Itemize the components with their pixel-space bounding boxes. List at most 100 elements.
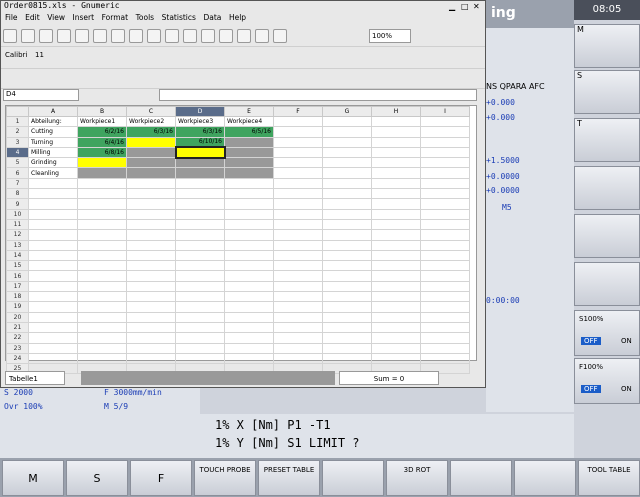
softkey-empty[interactable] xyxy=(514,460,576,496)
cell[interactable] xyxy=(175,188,225,200)
col-header[interactable]: G xyxy=(322,106,372,117)
cell[interactable]: Cleanling xyxy=(28,167,78,179)
cell[interactable] xyxy=(224,311,274,323)
cell[interactable] xyxy=(420,280,470,293)
cell[interactable] xyxy=(273,321,323,334)
row-header[interactable]: 2 xyxy=(6,126,29,138)
cell[interactable] xyxy=(126,260,176,272)
cell[interactable] xyxy=(28,352,78,365)
cell[interactable] xyxy=(371,280,421,293)
side-button-empty[interactable] xyxy=(574,262,640,306)
col-header[interactable]: E xyxy=(224,106,274,117)
cell[interactable] xyxy=(371,188,421,200)
cell[interactable] xyxy=(273,332,323,344)
cell[interactable] xyxy=(126,208,176,220)
cell[interactable] xyxy=(77,332,127,344)
cell[interactable] xyxy=(273,342,323,354)
cell[interactable] xyxy=(273,249,323,262)
side-button-empty[interactable] xyxy=(574,214,640,258)
cell[interactable] xyxy=(224,218,274,231)
softkey-tool-table[interactable]: TOOL TABLE xyxy=(578,460,640,496)
cell[interactable] xyxy=(224,249,274,262)
cell[interactable] xyxy=(175,332,225,344)
formula-input[interactable] xyxy=(159,89,477,101)
row-header[interactable]: 10 xyxy=(6,208,29,220)
row-header[interactable]: 12 xyxy=(6,229,29,241)
cell[interactable] xyxy=(273,229,323,241)
cell[interactable] xyxy=(420,249,470,262)
chart-icon[interactable] xyxy=(255,29,269,43)
cell[interactable] xyxy=(77,352,127,365)
cell[interactable] xyxy=(28,332,78,344)
new-icon[interactable] xyxy=(3,29,17,43)
row-header[interactable]: 22 xyxy=(6,332,29,344)
row-header[interactable]: 20 xyxy=(6,311,29,323)
cell[interactable] xyxy=(322,239,372,251)
cell[interactable]: 6/5/16 xyxy=(224,126,274,138)
cell[interactable] xyxy=(126,188,176,200)
cell[interactable] xyxy=(28,280,78,293)
cell[interactable] xyxy=(175,239,225,251)
cell[interactable] xyxy=(273,115,323,128)
cell[interactable] xyxy=(28,218,78,231)
cell[interactable] xyxy=(126,280,176,293)
row-header[interactable]: 3 xyxy=(6,136,29,148)
cell[interactable] xyxy=(420,157,470,169)
cell[interactable] xyxy=(224,188,274,200)
cell[interactable] xyxy=(126,352,176,365)
cell[interactable] xyxy=(420,198,470,210)
cell[interactable] xyxy=(322,332,372,344)
cell[interactable] xyxy=(28,270,78,282)
cell[interactable] xyxy=(322,115,372,128)
cell[interactable] xyxy=(126,198,176,210)
cell[interactable]: 6/10/16 xyxy=(175,136,225,148)
cell[interactable] xyxy=(77,280,127,293)
cell[interactable] xyxy=(322,280,372,293)
cell[interactable] xyxy=(224,342,274,354)
side-m-button[interactable]: M xyxy=(574,24,640,68)
cell[interactable] xyxy=(371,311,421,323)
cell[interactable] xyxy=(420,188,470,200)
cell[interactable] xyxy=(420,115,470,128)
cell[interactable]: Grinding xyxy=(28,157,78,169)
col-header[interactable]: B xyxy=(77,106,127,117)
cell[interactable]: 6/8/16 xyxy=(77,146,127,159)
cell[interactable] xyxy=(175,260,225,272)
cell[interactable] xyxy=(28,198,78,210)
cell[interactable]: 6/3/16 xyxy=(175,126,225,138)
cell[interactable] xyxy=(371,260,421,272)
cell[interactable] xyxy=(322,167,372,179)
cell[interactable] xyxy=(322,291,372,303)
row-header[interactable]: 7 xyxy=(6,177,29,190)
cell[interactable] xyxy=(77,301,127,313)
cell[interactable] xyxy=(224,229,274,241)
col-header[interactable]: D xyxy=(175,106,225,117)
row-header[interactable]: 11 xyxy=(6,218,29,231)
cell[interactable] xyxy=(273,167,323,179)
cell[interactable] xyxy=(322,260,372,272)
cell-reference[interactable]: D4 xyxy=(3,89,79,101)
cell[interactable] xyxy=(28,260,78,272)
save-icon[interactable] xyxy=(39,29,53,43)
cell[interactable] xyxy=(175,208,225,220)
cell[interactable] xyxy=(224,301,274,313)
cell[interactable] xyxy=(77,291,127,303)
cell[interactable] xyxy=(77,321,127,334)
cell[interactable] xyxy=(371,177,421,190)
cell[interactable] xyxy=(371,342,421,354)
sheet-grid[interactable]: ABCDEFGHI 1 Abteilung: Workpiece1 Workpiece… xyxy=(5,105,477,375)
cell[interactable] xyxy=(420,342,470,354)
cell[interactable]: 6/3/16 xyxy=(126,126,176,138)
cell[interactable] xyxy=(371,115,421,128)
cell[interactable] xyxy=(175,218,225,231)
cell[interactable] xyxy=(371,301,421,313)
cell[interactable] xyxy=(322,249,372,262)
function-icon[interactable] xyxy=(201,29,215,43)
cell[interactable] xyxy=(77,260,127,272)
minimize-icon[interactable]: ▁ xyxy=(449,2,455,11)
cell-selected[interactable] xyxy=(174,146,226,159)
font-size-select[interactable]: 11 xyxy=(35,51,44,59)
cell[interactable] xyxy=(77,311,127,323)
row-header[interactable]: 14 xyxy=(6,249,29,262)
cell[interactable] xyxy=(77,270,127,282)
